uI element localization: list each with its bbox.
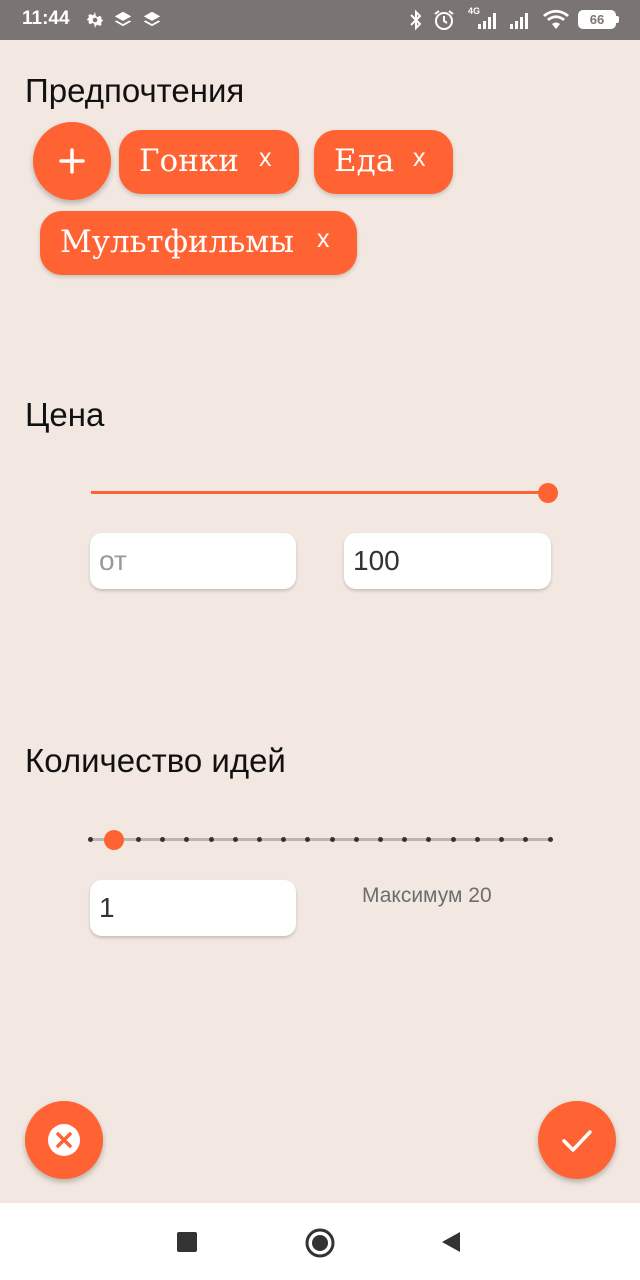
chip-remove-button[interactable]: x (413, 144, 426, 173)
slider-tick (353, 837, 359, 842)
bluetooth-icon (410, 9, 422, 31)
preferences-title: Предпочтения (25, 72, 245, 109)
square-icon[interactable] (176, 1231, 198, 1253)
slider-tick (305, 837, 311, 842)
status-time: 11:44 (22, 8, 70, 29)
chip-label: Гонки (139, 143, 239, 179)
gear-icon (86, 11, 104, 29)
price-from-input[interactable] (90, 533, 296, 589)
signal-icon (510, 13, 528, 29)
slider-tick (426, 837, 432, 842)
check-icon (562, 1130, 592, 1152)
slider-tick (87, 837, 93, 842)
slider-tick (523, 837, 529, 842)
slider-tick (135, 837, 141, 842)
price-slider-thumb[interactable] (538, 483, 558, 503)
slider-tick (378, 837, 384, 842)
confirm-button[interactable] (538, 1101, 616, 1179)
slider-tick (160, 837, 166, 842)
slider-tick (402, 837, 408, 842)
slider-tick (232, 837, 238, 842)
slider-tick (499, 837, 505, 842)
slider-tick (256, 837, 262, 842)
circle-icon[interactable] (304, 1227, 336, 1259)
chip-label: Еда (334, 143, 395, 179)
slider-tick (281, 837, 287, 842)
cancel-button[interactable] (25, 1101, 103, 1179)
slider-tick (208, 837, 214, 842)
system-nav-bar (0, 1203, 640, 1280)
slider-tick (547, 837, 553, 842)
max-ideas-label: Максимум 20 (362, 884, 492, 907)
add-preference-button[interactable] (33, 122, 111, 200)
layers-icon (114, 11, 132, 27)
slider-tick (329, 837, 335, 842)
chip-label: Мультфильмы (60, 224, 294, 260)
ideas-count-title: Количество идей (25, 742, 286, 779)
price-slider-track (91, 491, 548, 494)
status-bar: 11:44 4G 66 (0, 0, 640, 40)
slider-tick (450, 837, 456, 842)
battery-icon: 66 (578, 10, 619, 29)
layers-icon (143, 11, 161, 27)
price-to-input[interactable] (344, 533, 551, 589)
preference-chip[interactable]: Гонки x (119, 130, 299, 194)
wifi-icon (543, 9, 569, 29)
chip-remove-button[interactable]: x (259, 144, 272, 173)
back-triangle-icon[interactable] (440, 1230, 462, 1254)
slider-tick (474, 837, 480, 842)
ideas-slider-thumb[interactable] (104, 830, 124, 850)
slider-tick (184, 837, 190, 842)
cancel-icon (48, 1124, 80, 1156)
alarm-icon (434, 10, 454, 30)
signal-icon (478, 13, 496, 29)
preference-chip[interactable]: Еда x (314, 130, 453, 194)
chip-remove-button[interactable]: x (317, 225, 330, 254)
price-title: Цена (25, 396, 105, 433)
ideas-count-input[interactable] (90, 880, 296, 936)
preference-chip[interactable]: Мультфильмы x (40, 211, 357, 275)
plus-icon (59, 148, 85, 174)
